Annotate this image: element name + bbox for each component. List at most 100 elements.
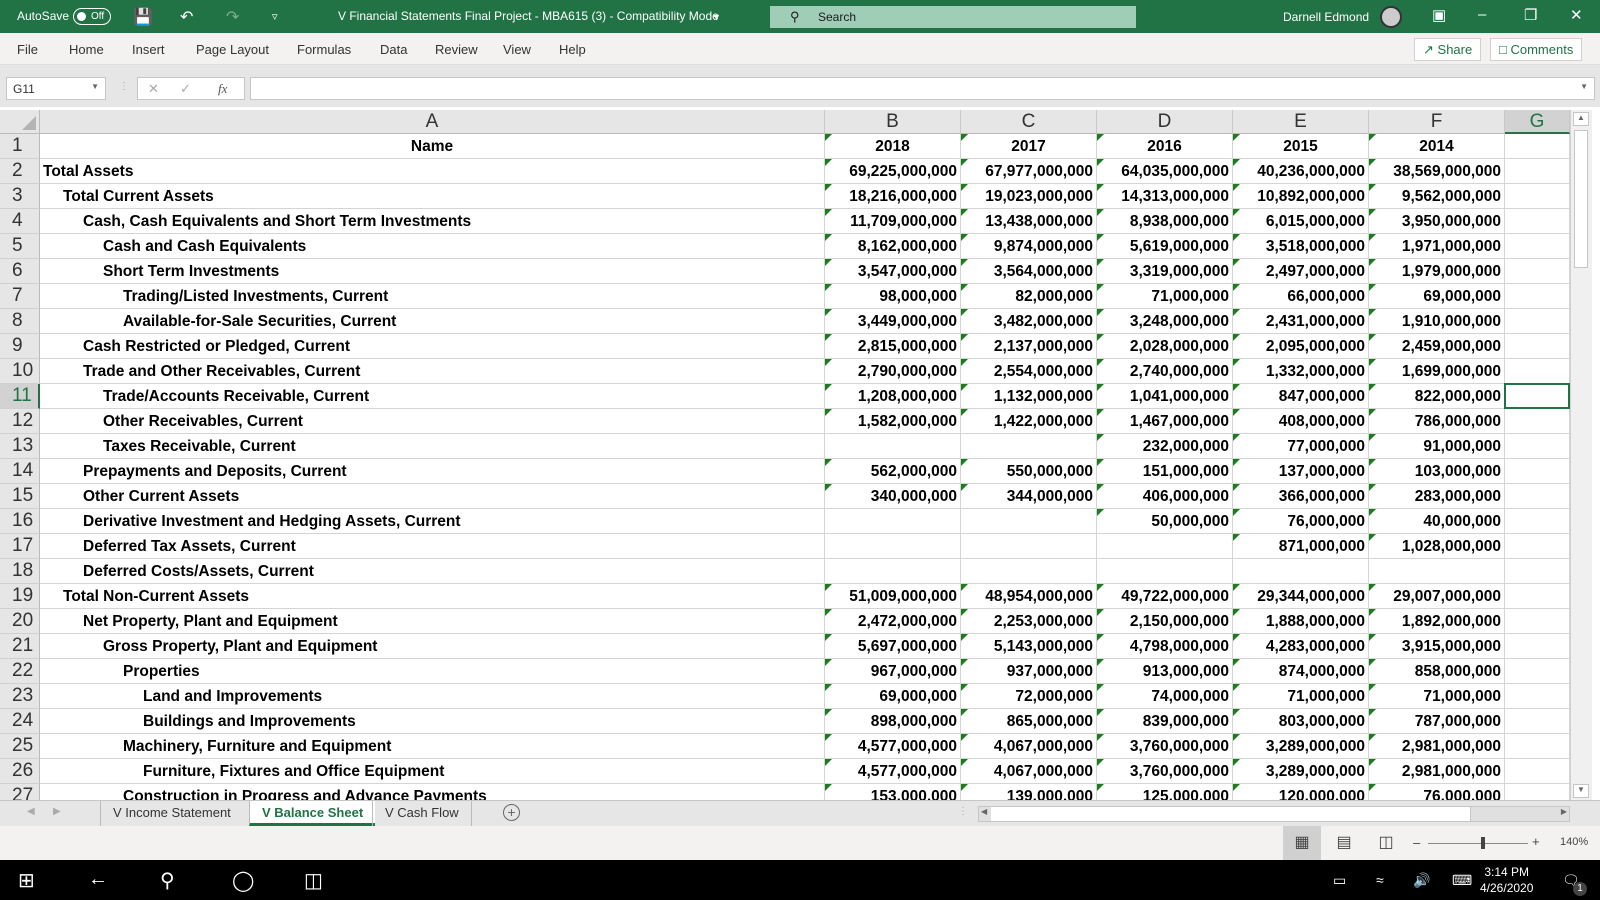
error-indicator-icon[interactable] xyxy=(825,359,832,366)
value-cell[interactable] xyxy=(961,559,1097,584)
error-indicator-icon[interactable] xyxy=(961,309,968,316)
error-indicator-icon[interactable] xyxy=(1097,784,1104,791)
row-header[interactable]: 27 xyxy=(0,784,40,800)
value-cell[interactable]: 913,000,000 xyxy=(1097,659,1233,684)
error-indicator-icon[interactable] xyxy=(1097,459,1104,466)
error-indicator-icon[interactable] xyxy=(1097,659,1104,666)
value-cell[interactable]: 898,000,000 xyxy=(825,709,961,734)
error-indicator-icon[interactable] xyxy=(1369,659,1376,666)
zoom-level[interactable]: 140% xyxy=(1560,836,1588,848)
value-cell[interactable]: 14,313,000,000 xyxy=(1097,184,1233,209)
value-cell[interactable]: 2,095,000,000 xyxy=(1233,334,1369,359)
error-indicator-icon[interactable] xyxy=(1233,134,1240,141)
error-indicator-icon[interactable] xyxy=(825,659,832,666)
enter-icon[interactable]: ✓ xyxy=(180,81,191,97)
error-indicator-icon[interactable] xyxy=(825,259,832,266)
customize-toolbar-icon[interactable]: ▿ xyxy=(272,10,278,23)
value-cell[interactable]: 2,554,000,000 xyxy=(961,359,1097,384)
error-indicator-icon[interactable] xyxy=(961,184,968,191)
value-cell[interactable]: 5,143,000,000 xyxy=(961,634,1097,659)
row-header[interactable]: 23 xyxy=(0,684,40,709)
empty-cell-g[interactable] xyxy=(1505,534,1570,559)
error-indicator-icon[interactable] xyxy=(1233,309,1240,316)
error-indicator-icon[interactable] xyxy=(1097,309,1104,316)
value-cell[interactable]: 5,697,000,000 xyxy=(825,634,961,659)
value-cell[interactable]: 1,979,000,000 xyxy=(1369,259,1505,284)
error-indicator-icon[interactable] xyxy=(1233,609,1240,616)
line-item-label[interactable]: Trading/Listed Investments, Current xyxy=(40,284,825,309)
normal-view-icon[interactable]: ▦ xyxy=(1283,826,1321,860)
value-cell[interactable]: 8,162,000,000 xyxy=(825,234,961,259)
value-cell[interactable]: 2,150,000,000 xyxy=(1097,609,1233,634)
zoom-in-icon[interactable]: + xyxy=(1532,834,1540,849)
zoom-out-icon[interactable]: – xyxy=(1413,835,1420,850)
error-indicator-icon[interactable] xyxy=(1097,409,1104,416)
error-indicator-icon[interactable] xyxy=(825,734,832,741)
value-cell[interactable]: 40,236,000,000 xyxy=(1233,159,1369,184)
error-indicator-icon[interactable] xyxy=(961,584,968,591)
error-indicator-icon[interactable] xyxy=(1097,184,1104,191)
error-indicator-icon[interactable] xyxy=(1369,434,1376,441)
error-indicator-icon[interactable] xyxy=(1097,734,1104,741)
value-cell[interactable]: 8,938,000,000 xyxy=(1097,209,1233,234)
error-indicator-icon[interactable] xyxy=(1233,634,1240,641)
year-header-cell[interactable]: 2017 xyxy=(961,134,1097,159)
column-header-g[interactable]: G xyxy=(1505,110,1570,134)
name-header-cell[interactable]: Name xyxy=(40,134,825,159)
value-cell[interactable]: 49,722,000,000 xyxy=(1097,584,1233,609)
value-cell[interactable]: 2,815,000,000 xyxy=(825,334,961,359)
error-indicator-icon[interactable] xyxy=(1097,434,1104,441)
error-indicator-icon[interactable] xyxy=(1233,209,1240,216)
insert-function-icon[interactable]: fx xyxy=(218,81,227,97)
autosave-toggle[interactable]: Off xyxy=(73,8,111,25)
empty-cell-g[interactable] xyxy=(1505,609,1570,634)
value-cell[interactable] xyxy=(1233,559,1369,584)
row-header[interactable]: 12 xyxy=(0,409,40,434)
line-item-label[interactable]: Deferred Tax Assets, Current xyxy=(40,534,825,559)
value-cell[interactable]: 151,000,000 xyxy=(1097,459,1233,484)
value-cell[interactable]: 40,000,000 xyxy=(1369,509,1505,534)
value-cell[interactable]: 3,482,000,000 xyxy=(961,309,1097,334)
row-header[interactable]: 24 xyxy=(0,709,40,734)
column-header-c[interactable]: C xyxy=(961,110,1097,134)
empty-cell-g[interactable] xyxy=(1505,584,1570,609)
value-cell[interactable] xyxy=(825,559,961,584)
value-cell[interactable]: 51,009,000,000 xyxy=(825,584,961,609)
error-indicator-icon[interactable] xyxy=(1233,484,1240,491)
row-header[interactable]: 26 xyxy=(0,759,40,784)
line-item-label[interactable]: Prepayments and Deposits, Current xyxy=(40,459,825,484)
line-item-label[interactable]: Construction in Progress and Advance Pay… xyxy=(40,784,825,800)
error-indicator-icon[interactable] xyxy=(1233,709,1240,716)
error-indicator-icon[interactable] xyxy=(825,609,832,616)
row-header[interactable]: 6 xyxy=(0,259,40,284)
error-indicator-icon[interactable] xyxy=(961,609,968,616)
tab-file[interactable]: File xyxy=(17,42,38,57)
error-indicator-icon[interactable] xyxy=(1369,509,1376,516)
value-cell[interactable]: 3,289,000,000 xyxy=(1233,734,1369,759)
value-cell[interactable]: 5,619,000,000 xyxy=(1097,234,1233,259)
scroll-down-icon[interactable]: ▼ xyxy=(1573,784,1589,798)
value-cell[interactable]: 562,000,000 xyxy=(825,459,961,484)
error-indicator-icon[interactable] xyxy=(961,734,968,741)
value-cell[interactable] xyxy=(1097,559,1233,584)
error-indicator-icon[interactable] xyxy=(961,209,968,216)
error-indicator-icon[interactable] xyxy=(1233,684,1240,691)
value-cell[interactable]: 858,000,000 xyxy=(1369,659,1505,684)
value-cell[interactable]: 1,888,000,000 xyxy=(1233,609,1369,634)
search-box[interactable]: ⚲ Search xyxy=(770,6,1136,28)
scroll-up-icon[interactable]: ▲ xyxy=(1573,112,1589,126)
value-cell[interactable]: 3,319,000,000 xyxy=(1097,259,1233,284)
value-cell[interactable]: 2,740,000,000 xyxy=(1097,359,1233,384)
tab-insert[interactable]: Insert xyxy=(132,42,165,57)
line-item-label[interactable]: Other Receivables, Current xyxy=(40,409,825,434)
value-cell[interactable]: 2,028,000,000 xyxy=(1097,334,1233,359)
error-indicator-icon[interactable] xyxy=(961,459,968,466)
row-header[interactable]: 17 xyxy=(0,534,40,559)
line-item-label[interactable]: Cash, Cash Equivalents and Short Term In… xyxy=(40,209,825,234)
value-cell[interactable]: 406,000,000 xyxy=(1097,484,1233,509)
error-indicator-icon[interactable] xyxy=(825,709,832,716)
error-indicator-icon[interactable] xyxy=(825,134,832,141)
value-cell[interactable]: 1,132,000,000 xyxy=(961,384,1097,409)
save-icon[interactable]: 💾 xyxy=(133,7,153,27)
column-header-e[interactable]: E xyxy=(1233,110,1369,134)
